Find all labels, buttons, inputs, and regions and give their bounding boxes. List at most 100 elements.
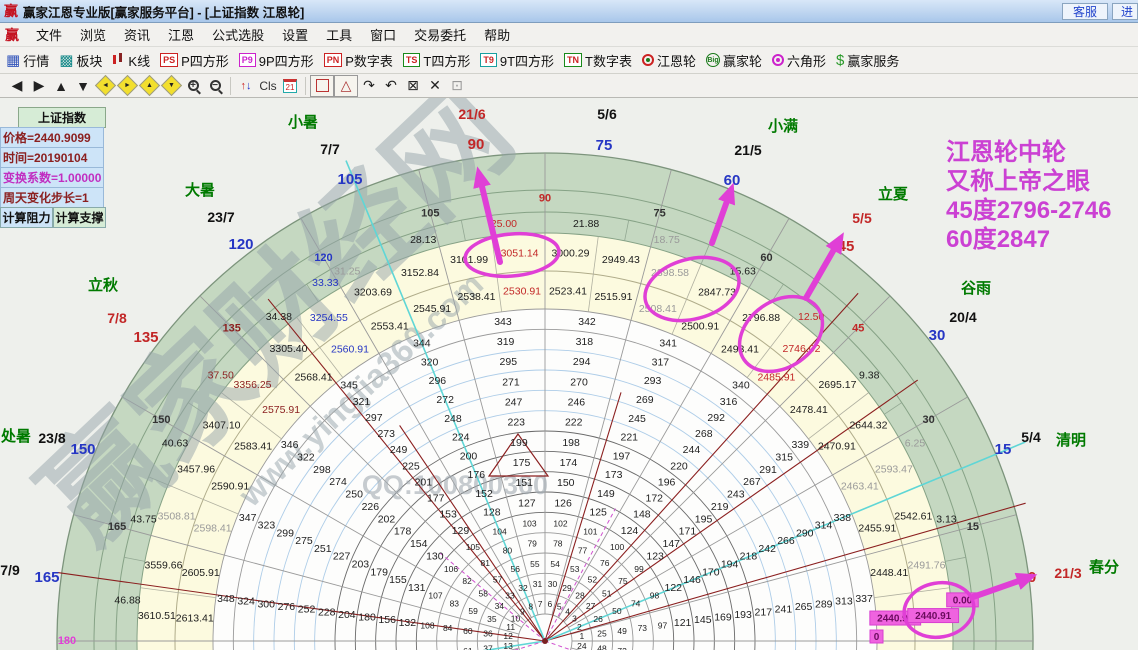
svg-text:2545.91: 2545.91 — [413, 303, 451, 315]
svg-text:321: 321 — [353, 396, 371, 408]
menu-item-江恩[interactable]: 江恩 — [159, 23, 203, 46]
svg-text:152: 152 — [475, 488, 493, 500]
menu-item-工具[interactable]: 工具 — [317, 23, 361, 46]
menu-item-文件[interactable]: 文件 — [27, 23, 71, 46]
toolbar-item-赢家轮[interactable]: Big赢家轮 — [706, 51, 762, 70]
panel-row-2[interactable]: 变换系数=1.00000 — [0, 167, 104, 188]
rect-tool-icon[interactable] — [310, 75, 334, 97]
panel-button-计算阻力[interactable]: 计算阻力 — [0, 207, 53, 228]
svg-text:173: 173 — [605, 469, 623, 481]
svg-text:289: 289 — [815, 598, 833, 610]
svg-text:90: 90 — [539, 193, 551, 205]
menu-item-窗口[interactable]: 窗口 — [361, 23, 405, 46]
svg-text:218: 218 — [740, 551, 758, 563]
svg-text:29: 29 — [562, 583, 572, 593]
toolbar-item-9T四方形[interactable]: T99T四方形 — [480, 51, 554, 70]
calendar-icon[interactable]: 21 — [279, 76, 301, 96]
svg-text:342: 342 — [578, 316, 596, 328]
svg-text:313: 313 — [835, 596, 853, 608]
menu-item-资讯[interactable]: 资讯 — [115, 23, 159, 46]
svg-text:226: 226 — [362, 501, 380, 513]
toolbar-item-T四方形[interactable]: TST四方形 — [403, 51, 470, 70]
toolbar-label: T数字表 — [585, 51, 632, 70]
annotation-line-0: 江恩轮中轮 — [946, 138, 1111, 167]
panel-button-计算支撑[interactable]: 计算支撑 — [53, 207, 106, 228]
svg-text:3: 3 — [572, 613, 577, 623]
ps-badge: PS — [160, 53, 178, 67]
diamond-down-icon[interactable]: ▼ — [160, 76, 182, 96]
svg-text:立夏: 立夏 — [878, 185, 909, 203]
svg-text:77: 77 — [578, 545, 588, 555]
instrument-title: 上证指数 — [18, 107, 106, 128]
updown-icon[interactable]: ↑↓ — [235, 76, 257, 96]
svg-text:165: 165 — [108, 521, 126, 533]
svg-text:300: 300 — [257, 598, 275, 610]
diamond-up-icon[interactable]: ▲ — [138, 76, 160, 96]
svg-text:75: 75 — [618, 576, 628, 586]
board-icon[interactable]: ⊡ — [446, 76, 468, 96]
svg-text:100: 100 — [610, 542, 624, 552]
toolbar-item-K线[interactable]: K线 — [112, 51, 150, 70]
gann-wheel-chart[interactable]: 赢家财经网www.yingjia360.comQQ:10080036012345… — [0, 98, 1138, 650]
menu-item-浏览[interactable]: 浏览 — [71, 23, 115, 46]
svg-text:31.25: 31.25 — [334, 266, 360, 278]
box-x-icon[interactable]: ⊠ — [402, 76, 424, 96]
svg-text:13: 13 — [503, 641, 513, 650]
svg-text:195: 195 — [695, 513, 713, 525]
svg-text:33.33: 33.33 — [312, 277, 338, 289]
zoom-out-icon[interactable]: − — [204, 76, 226, 96]
triangle-tool-icon[interactable]: △ — [334, 75, 358, 97]
toolbar-item-P四方形[interactable]: PSP四方形 — [160, 51, 229, 70]
toolbar-item-T数字表[interactable]: TNT数字表 — [564, 51, 632, 70]
panel-row-0[interactable]: 价格=2440.9099 — [0, 127, 104, 148]
zoom-in-icon[interactable]: + — [182, 76, 204, 96]
svg-text:74: 74 — [631, 598, 641, 608]
toolbar-item-赢家服务[interactable]: $赢家服务 — [836, 51, 899, 70]
panel-row-1[interactable]: 时间=20190104 — [0, 147, 104, 168]
nav-down-icon[interactable]: ▼ — [72, 76, 94, 96]
move-cross-icon[interactable]: ✕ — [424, 76, 446, 96]
svg-text:55: 55 — [530, 559, 540, 569]
svg-text:28.13: 28.13 — [410, 234, 436, 246]
panel-row-3[interactable]: 周天变化步长=1 — [0, 187, 104, 208]
svg-text:75: 75 — [654, 208, 666, 220]
svg-text:150: 150 — [557, 477, 575, 489]
diamond-right-icon[interactable]: ► — [116, 76, 138, 96]
menu-item-公式选股[interactable]: 公式选股 — [203, 23, 273, 46]
svg-text:346: 346 — [281, 439, 299, 451]
svg-text:33: 33 — [505, 590, 515, 600]
svg-text:169: 169 — [714, 612, 732, 624]
svg-text:103: 103 — [522, 519, 536, 529]
menu-item-交易委托[interactable]: 交易委托 — [405, 23, 475, 46]
svg-text:294: 294 — [573, 356, 591, 368]
cls-button[interactable]: Cls — [257, 76, 279, 96]
rotate-ccw-icon[interactable]: ↶ — [380, 76, 402, 96]
toolbar-item-江恩轮[interactable]: 江恩轮 — [642, 51, 696, 70]
menu-item-帮助[interactable]: 帮助 — [475, 23, 519, 46]
nav-left-icon[interactable]: ◀ — [6, 76, 28, 96]
toolbar-item-9P四方形[interactable]: P99P四方形 — [239, 51, 314, 70]
svg-text:90: 90 — [468, 136, 485, 153]
toolbar-item-P数字表[interactable]: PNP数字表 — [324, 51, 393, 70]
menu-item-设置[interactable]: 设置 — [273, 23, 317, 46]
svg-text:316: 316 — [720, 396, 738, 408]
svg-text:180: 180 — [358, 612, 376, 624]
svg-text:178: 178 — [394, 526, 412, 538]
toolbar-label: P四方形 — [181, 51, 229, 70]
svg-text:105: 105 — [337, 171, 362, 188]
rotate-cw-icon[interactable]: ↷ — [358, 76, 380, 96]
diamond-left-icon[interactable]: ◄ — [94, 76, 116, 96]
toolbar-label: 赢家服务 — [847, 51, 899, 70]
app-logo-icon: 赢 — [4, 1, 18, 21]
toolbar-item-六角形[interactable]: 六角形 — [772, 51, 826, 70]
nav-right-icon[interactable]: ▶ — [28, 76, 50, 96]
edge-clipped-button[interactable]: 进 — [1112, 3, 1138, 20]
svg-text:2695.17: 2695.17 — [818, 379, 856, 391]
toolbar-item-行情[interactable]: ▦行情 — [6, 51, 49, 70]
svg-text:174: 174 — [560, 457, 578, 469]
nav-up-icon[interactable]: ▲ — [50, 76, 72, 96]
svg-text:83: 83 — [450, 598, 460, 608]
toolbar-item-板块[interactable]: ▩板块 — [59, 51, 102, 70]
customer-service-button[interactable]: 客服 — [1062, 3, 1108, 20]
svg-text:24: 24 — [577, 641, 587, 650]
